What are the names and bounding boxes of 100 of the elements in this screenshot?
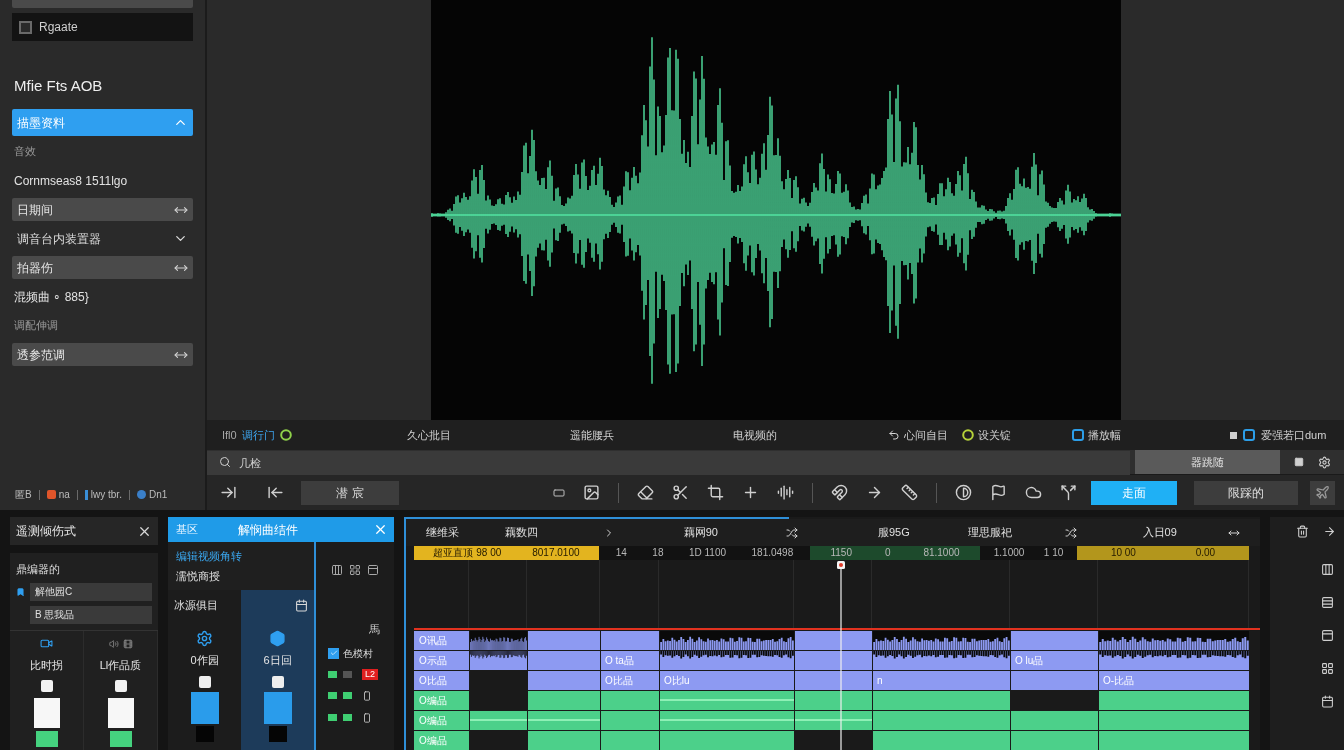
track-label[interactable]: O编品	[414, 731, 469, 750]
video-clip[interactable]	[1011, 711, 1098, 730]
magnet-icon[interactable]	[831, 484, 848, 501]
calendar-icon[interactable]	[1321, 695, 1334, 708]
fader-knob[interactable]	[114, 680, 127, 692]
audio-clip[interactable]	[1011, 631, 1098, 650]
plus-icon[interactable]	[742, 484, 759, 501]
audio-clip[interactable]	[795, 671, 872, 690]
fader-knob[interactable]	[198, 675, 211, 688]
arrow-to-line-icon[interactable]	[267, 484, 284, 501]
audio-clip[interactable]: O比lu	[660, 671, 794, 690]
video-clip[interactable]	[873, 691, 1010, 710]
arrow-right-icon[interactable]	[866, 484, 883, 501]
audio-clip[interactable]	[873, 631, 1010, 650]
arrow-to-line-icon[interactable]	[220, 484, 237, 501]
audio-lines-icon[interactable]	[777, 484, 794, 501]
eraser-icon[interactable]	[637, 484, 654, 501]
video-clip[interactable]	[601, 731, 659, 750]
input-field[interactable]: 解他园C	[30, 582, 152, 601]
track-label[interactable]: O讯品	[414, 631, 469, 650]
calendar-icon[interactable]	[295, 598, 308, 612]
shuffle-icon[interactable]	[1064, 526, 1077, 539]
audio-clip[interactable]	[1011, 671, 1098, 690]
audio-clip[interactable]: O比品	[601, 671, 659, 690]
video-clip[interactable]	[1011, 731, 1098, 750]
audio-clip[interactable]	[873, 651, 1010, 670]
input-field[interactable]: B 思我品	[30, 605, 152, 624]
audio-clip[interactable]	[528, 631, 600, 650]
video-clip[interactable]	[470, 711, 527, 730]
flag-icon[interactable]	[990, 484, 1007, 501]
audio-clip[interactable]	[601, 631, 659, 650]
fader-knob[interactable]	[271, 675, 284, 688]
audio-clip[interactable]: O lu品	[1011, 651, 1098, 670]
shuffle-icon[interactable]	[786, 526, 799, 539]
columns-icon[interactable]	[1321, 563, 1334, 576]
audio-clip[interactable]: O-比品	[1099, 671, 1249, 690]
rectangle-icon[interactable]	[553, 486, 565, 499]
track-label[interactable]: O编品	[414, 711, 469, 730]
video-clip[interactable]	[660, 711, 794, 730]
crop-icon[interactable]	[707, 484, 724, 501]
input-field[interactable]: 透参范调	[12, 343, 193, 366]
plane-icon[interactable]	[1310, 480, 1335, 505]
checkbox[interactable]	[328, 647, 339, 659]
cloud-icon[interactable]	[1025, 484, 1042, 501]
audio-clip[interactable]	[1099, 631, 1249, 650]
action-button[interactable]: 限踩的	[1194, 480, 1298, 505]
image-icon[interactable]	[583, 484, 600, 501]
scissors-icon[interactable]	[672, 484, 689, 501]
video-clip[interactable]	[660, 691, 794, 710]
video-clip[interactable]	[660, 731, 794, 750]
fader-knob[interactable]	[40, 680, 53, 692]
track-label[interactable]: O比品	[414, 671, 469, 690]
arrow-right-icon[interactable]	[1323, 524, 1336, 538]
video-clip[interactable]	[528, 711, 600, 730]
rows-icon[interactable]	[1321, 596, 1334, 609]
contrast-icon[interactable]	[955, 484, 972, 501]
search-field[interactable]: 几检	[207, 451, 1130, 475]
audio-clip[interactable]	[528, 671, 600, 690]
audio-clip[interactable]	[470, 651, 527, 670]
audio-clip[interactable]	[528, 651, 600, 670]
audio-clip[interactable]	[795, 651, 872, 670]
audio-clip[interactable]	[470, 631, 527, 650]
columns-icon[interactable]	[331, 564, 343, 576]
dropdown[interactable]: 调音台内装置器	[12, 225, 193, 252]
filter-button[interactable]: 器跳随	[1135, 450, 1280, 474]
track-label[interactable]: O编品	[414, 691, 469, 710]
panel-icon[interactable]	[1321, 629, 1334, 642]
video-clip[interactable]	[1099, 691, 1249, 710]
video-clip[interactable]	[795, 691, 872, 710]
ruler-icon[interactable]	[901, 484, 918, 501]
settings-icon[interactable]	[1317, 455, 1331, 469]
video-clip[interactable]	[873, 711, 1010, 730]
video-clip[interactable]	[1099, 731, 1249, 750]
dropdown[interactable]: 描墨资料	[12, 109, 193, 136]
audio-clip[interactable]	[795, 631, 872, 650]
video-clip[interactable]	[873, 731, 1010, 750]
video-clip[interactable]	[601, 691, 659, 710]
action-button[interactable]: 走面	[1091, 480, 1177, 505]
trash-icon[interactable]	[1296, 524, 1309, 538]
square-icon[interactable]	[1293, 457, 1304, 467]
grid-icon[interactable]	[349, 564, 361, 576]
audio-clip[interactable]: O ta品	[601, 651, 659, 670]
audio-clip[interactable]	[660, 631, 794, 650]
audio-clip[interactable]: n	[873, 671, 1010, 690]
playhead[interactable]	[836, 560, 846, 750]
checkbox[interactable]	[19, 20, 32, 34]
video-clip[interactable]	[1099, 711, 1249, 730]
channel-strip[interactable]: 6日回	[241, 590, 314, 750]
video-clip[interactable]	[601, 711, 659, 730]
input-field[interactable]: 日期间	[12, 198, 193, 221]
panel-icon[interactable]	[367, 564, 379, 576]
video-clip[interactable]	[795, 711, 872, 730]
grid-icon[interactable]	[1321, 662, 1334, 675]
track-label[interactable]: O示品	[414, 651, 469, 670]
video-clip[interactable]	[528, 691, 600, 710]
audio-clip[interactable]	[1099, 651, 1249, 670]
input-field[interactable]: 拍器伤	[12, 256, 193, 279]
input-field[interactable]	[12, 0, 193, 8]
channel-strip[interactable]: 冰源俱目 0作园	[168, 590, 241, 750]
video-clip[interactable]	[528, 731, 600, 750]
